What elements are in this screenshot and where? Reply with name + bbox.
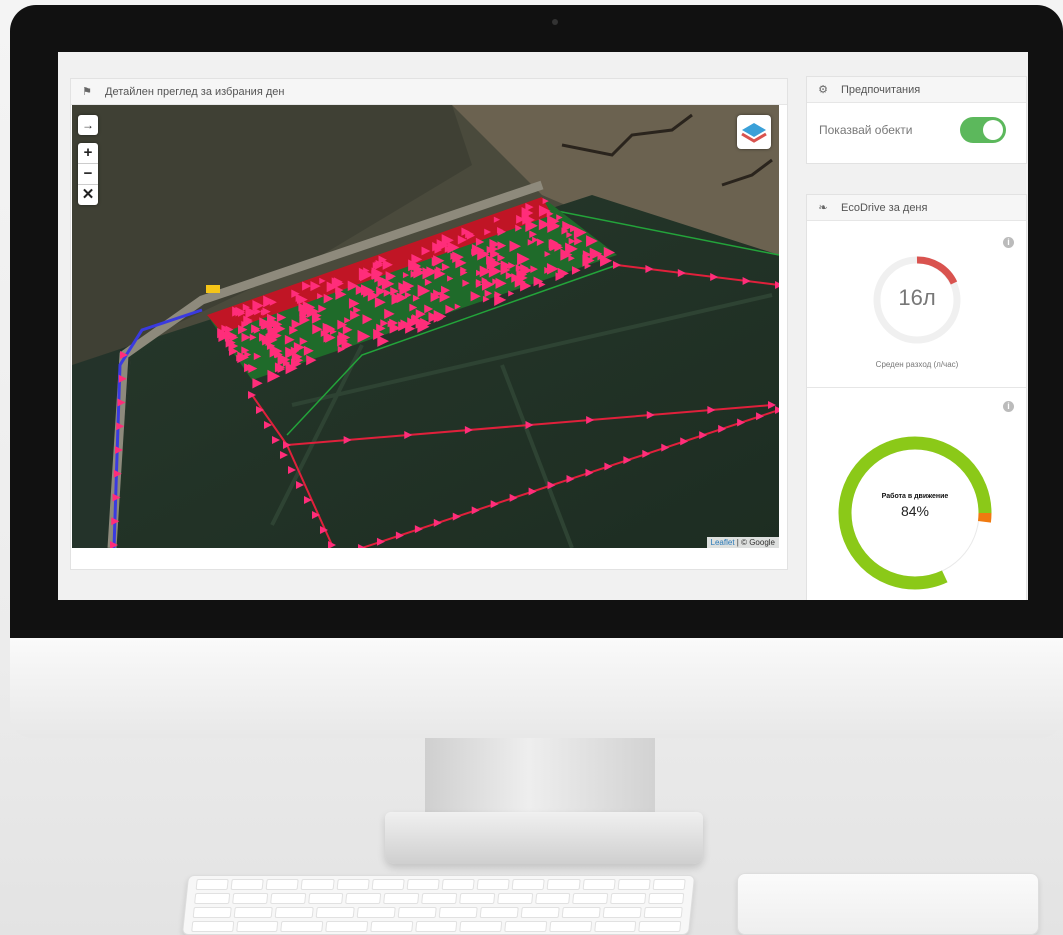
map-panel-header: ⚑ Детайлен преглед за избрания ден <box>71 79 787 105</box>
ecodrive-title: EcoDrive за деня <box>841 201 928 214</box>
gear-icon: ⚙ <box>818 84 828 96</box>
layers-icon <box>741 123 767 143</box>
ecodrive-panel: ❧ EcoDrive за деня i 16л Среден разход (… <box>806 194 1027 600</box>
monitor-stand <box>425 738 655 820</box>
zoom-out-button[interactable]: − <box>78 164 98 185</box>
keyboard <box>181 875 696 935</box>
show-objects-row: Показвай обекти <box>807 103 1026 143</box>
ecodrive-header: ❧ EcoDrive за деня <box>807 195 1026 221</box>
fullscreen-button[interactable]: → <box>78 115 98 135</box>
fuel-gauge-arc <box>916 256 958 285</box>
show-objects-toggle[interactable] <box>960 117 1006 143</box>
leaf-icon: ❧ <box>818 202 828 214</box>
camera <box>552 19 558 25</box>
show-objects-label: Показвай обекти <box>819 123 913 137</box>
monitor-chin <box>10 638 1063 738</box>
motion-donut <box>838 436 992 590</box>
motion-label: Работа в движение <box>881 493 949 500</box>
map-view[interactable]: → + − ✕ Leaflet | © Google <box>72 105 779 548</box>
layers-button[interactable] <box>737 115 771 149</box>
preferences-title: Предпочитания <box>841 83 921 96</box>
monitor-base <box>385 812 703 864</box>
vehicle-marker <box>206 285 220 293</box>
zoom-control: + − ✕ <box>78 143 98 205</box>
reset-view-button[interactable]: ✕ <box>78 185 98 205</box>
map-attribution: Leaflet | © Google <box>706 537 779 548</box>
divider <box>807 387 1026 388</box>
zoom-in-button[interactable]: + <box>78 143 98 164</box>
preferences-header: ⚙ Предпочитания <box>807 77 1026 103</box>
satellite-map <box>72 105 779 548</box>
trackpad <box>737 873 1039 935</box>
motion-value: 84% <box>900 503 930 519</box>
preferences-panel: ⚙ Предпочитания Показвай обекти <box>806 76 1027 164</box>
attribution-text: | © Google <box>734 538 775 547</box>
fuel-label: Среден разход (л/час) <box>875 360 959 369</box>
map-icon: ⚑ <box>82 86 92 98</box>
fuel-value: 16л <box>898 285 936 310</box>
leaflet-link[interactable]: Leaflet <box>711 538 735 547</box>
screen: ⚑ Детайлен преглед за избрания ден → + −… <box>58 52 1028 600</box>
map-panel-title: Детайлен преглед за избрания ден <box>105 85 285 98</box>
